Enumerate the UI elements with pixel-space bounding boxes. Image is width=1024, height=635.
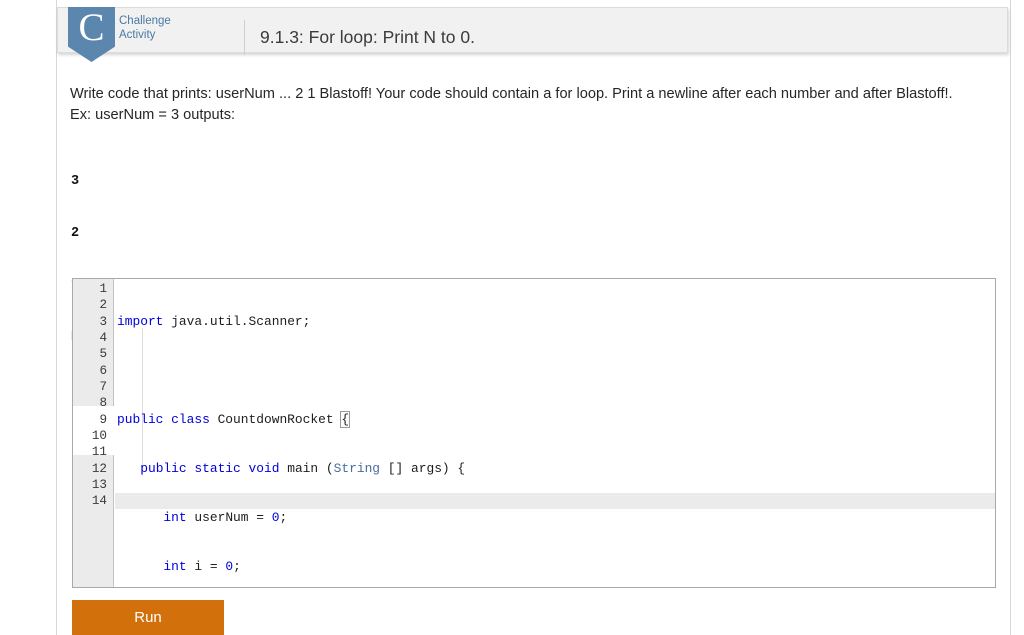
line-number: 3 [73, 314, 107, 330]
problem-description-line-1: Write code that prints: userNum ... 2 1 … [70, 84, 995, 105]
code-editor[interactable]: 1 2 3 4 5 6 7 8 9 10 11 12 13 14 import … [72, 278, 996, 588]
line-number: 12 [73, 461, 107, 477]
line-number: 9 [73, 412, 107, 428]
line-number: 4 [73, 330, 107, 346]
problem-description-line-2: Ex: userNum = 3 outputs: [70, 105, 995, 126]
code-line: public static void main (String [] args)… [115, 461, 996, 477]
line-number: 8 [73, 395, 107, 411]
line-number: 11 [73, 444, 107, 460]
line-number: 7 [73, 379, 107, 395]
code-line: int i = 0; [115, 559, 996, 575]
code-text-area[interactable]: import java.util.Scanner; public class C… [115, 279, 996, 588]
problem-description: Write code that prints: userNum ... 2 1 … [70, 84, 995, 126]
challenge-label-line-2: Activity [119, 28, 181, 42]
line-number: 14 [73, 493, 107, 509]
header-divider [244, 20, 245, 55]
code-line: import java.util.Scanner; [115, 314, 996, 330]
sample-output-line: 2 [71, 225, 144, 242]
code-line: public class CountdownRocket { [115, 412, 996, 428]
challenge-badge-letter: C [68, 7, 115, 51]
line-number-list: 1 2 3 4 5 6 7 8 9 10 11 12 13 14 [73, 281, 107, 510]
challenge-activity-label: Challenge Activity [119, 14, 181, 42]
challenge-label-line-1: Challenge [119, 14, 181, 28]
run-button[interactable]: Run [72, 600, 224, 635]
editor-gutter: 1 2 3 4 5 6 7 8 9 10 11 12 13 14 [73, 279, 114, 588]
line-number: 10 [73, 428, 107, 444]
activity-header: 9.1.3: For loop: Print N to 0. [57, 7, 1008, 53]
line-number: 2 [73, 297, 107, 313]
line-number: 5 [73, 346, 107, 362]
page-title: 9.1.3: For loop: Print N to 0. [260, 27, 475, 48]
code-line [115, 363, 996, 379]
line-number: 1 [73, 281, 107, 297]
line-number: 6 [73, 363, 107, 379]
sample-output-line: 3 [71, 173, 144, 190]
page-root: 9.1.3: For loop: Print N to 0. C Challen… [0, 0, 1024, 635]
line-number: 13 [73, 477, 107, 493]
code-line-list: import java.util.Scanner; public class C… [115, 281, 996, 588]
code-line: int userNum = 0; [115, 510, 996, 526]
